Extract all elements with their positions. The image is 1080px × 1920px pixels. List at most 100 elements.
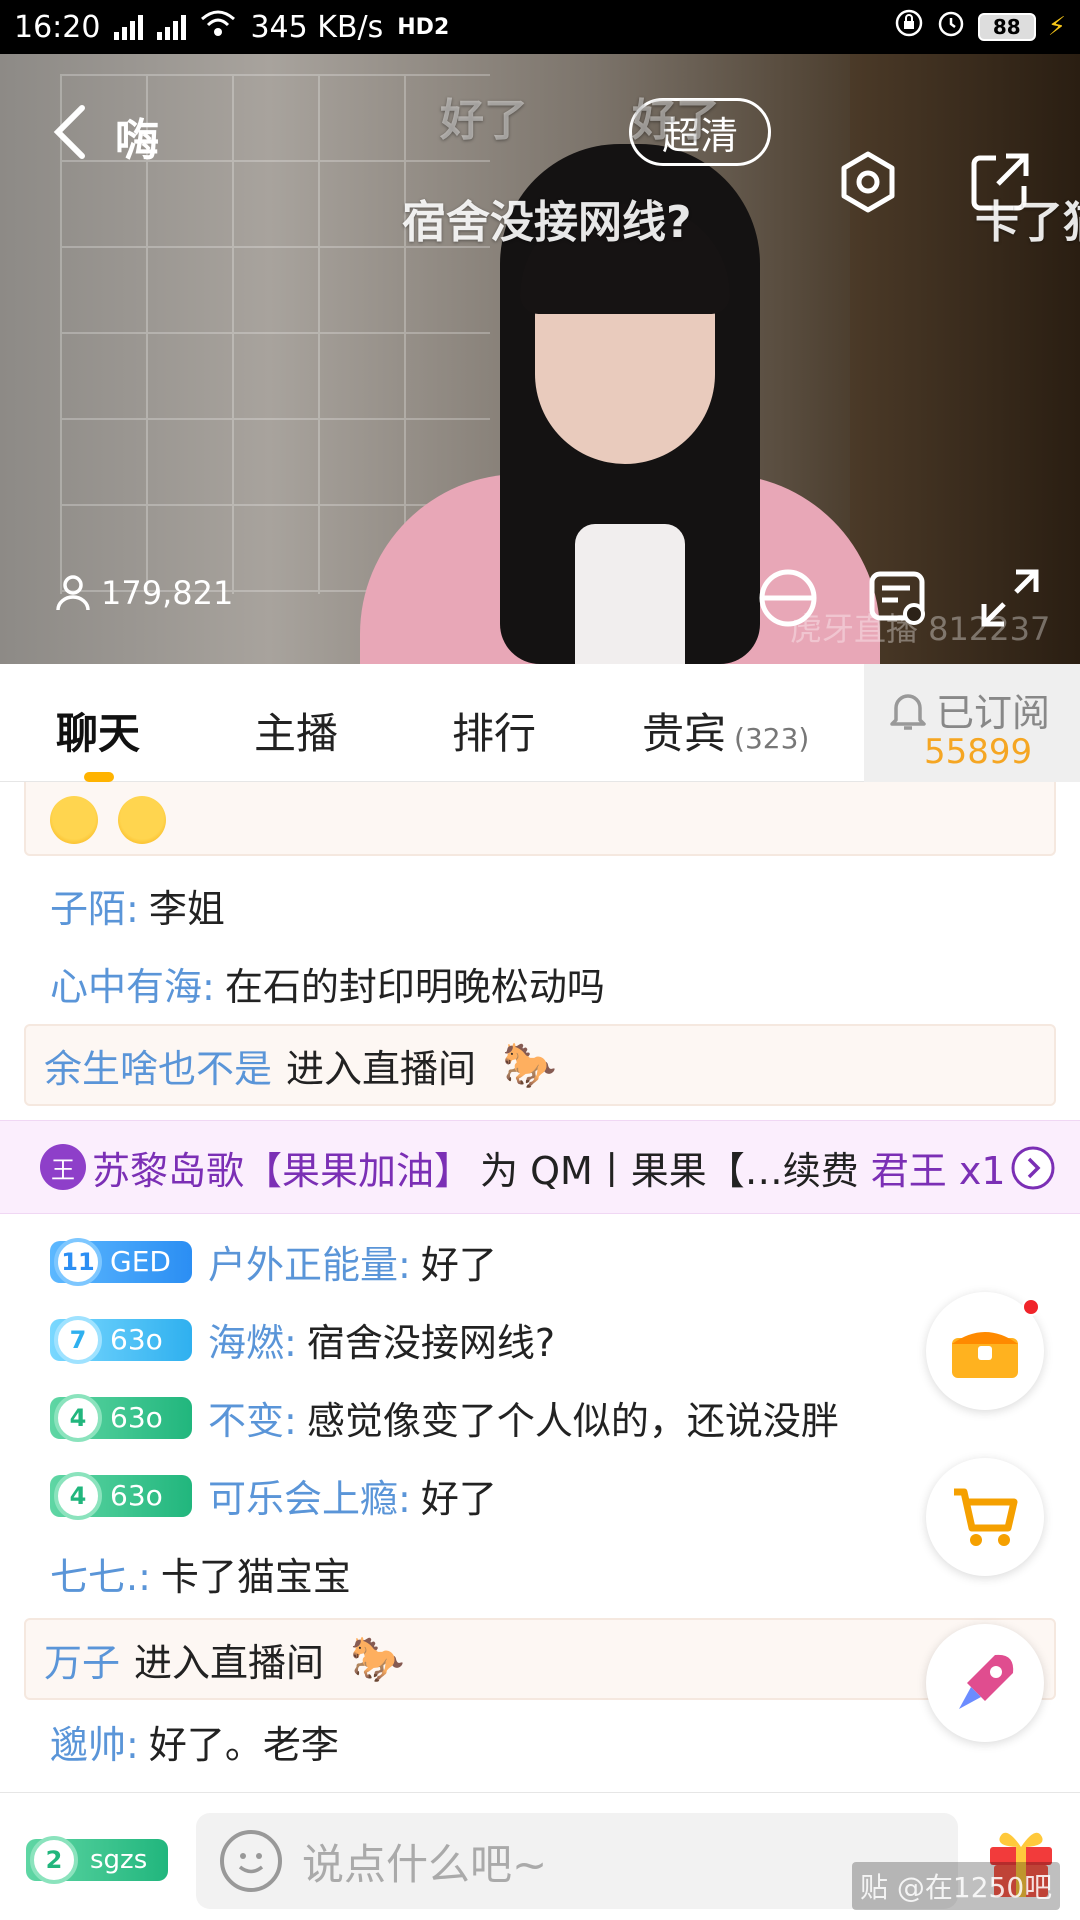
battery-icon: 88 — [977, 13, 1036, 41]
fullscreen-icon[interactable] — [978, 566, 1042, 630]
chat-text: 好了。老李 — [148, 1723, 339, 1767]
tab-streamer[interactable]: 主播 — [254, 700, 338, 761]
gift-name: 君王 x1 — [870, 1148, 1006, 1193]
chat-message: 邈帅: 好了。老李 — [0, 1714, 1080, 1769]
chat-input-placeholder: 说点什么吧~ — [302, 1839, 548, 1889]
my-fan-badge[interactable]: 2 sgzs — [26, 1836, 168, 1884]
chat-username[interactable]: 邈帅: — [50, 1714, 139, 1769]
emoji-message — [24, 782, 1056, 856]
tab-chat[interactable]: 聊天 — [56, 700, 140, 761]
person-icon — [56, 575, 90, 611]
chat-message: 心中有海: 在石的封印明晚松动吗 — [0, 956, 1080, 1011]
streamer-shirt — [575, 524, 685, 664]
chat-input[interactable]: 说点什么吧~ — [196, 1813, 958, 1909]
live-room-screen: 16:20 345 KB/s HD2 88 ⚡ 嗨 超清 好了 好了 宿舍没接网… — [0, 0, 1080, 1920]
video-player[interactable]: 嗨 超清 好了 好了 宿舍没接网线? 卡了猫 179,821 虎牙直播 8122… — [0, 54, 1080, 664]
settings-icon[interactable] — [836, 150, 900, 214]
shop-cart-button[interactable] — [926, 1458, 1044, 1576]
source-watermark: 贴 @在1250吧 — [852, 1862, 1061, 1910]
tab-indicator — [84, 772, 114, 782]
chat-message: 11 GED 户外正能量: 好了 — [0, 1234, 1080, 1289]
bell-icon — [890, 693, 926, 730]
fan-badge: 11 GED — [50, 1237, 192, 1286]
enter-room-notice: 万子 进入直播间 🐎 — [24, 1618, 1056, 1700]
vip-count: (323) — [734, 722, 810, 755]
chat-text: 好了 — [420, 1477, 497, 1521]
chat-message: 子陌: 李姐 — [0, 878, 1080, 933]
lock-rotation-icon — [894, 8, 924, 46]
video-top-bar: 嗨 超清 — [0, 54, 1080, 213]
chat-username[interactable]: 万子 — [44, 1632, 120, 1687]
chat-text: 李姐 — [148, 887, 225, 931]
rocket-button[interactable] — [926, 1624, 1044, 1742]
fan-level: 7 — [54, 1315, 102, 1364]
fan-tag: GED — [110, 1245, 171, 1278]
chat-username[interactable]: 子陌: — [50, 878, 139, 933]
chat-text: 宿舍没接网线? — [306, 1321, 555, 1365]
fan-level: 4 — [54, 1393, 102, 1442]
net-speed: 345 KB/s — [250, 9, 384, 45]
status-bar: 16:20 345 KB/s HD2 88 ⚡ — [0, 0, 1080, 54]
chat-username[interactable]: 不变: — [208, 1390, 297, 1445]
danmu-item: 好了 — [440, 95, 528, 146]
subscribe-button[interactable]: 已订阅 55899 — [864, 664, 1080, 782]
chat-message: 4 63o 不变: 感觉像变了个人似的，还说没胖 — [0, 1390, 1080, 1445]
subscribe-count: 55899 — [924, 732, 1033, 772]
treasure-chest-button[interactable] — [926, 1292, 1044, 1410]
alarm-icon — [936, 8, 966, 46]
signal-icon — [114, 14, 144, 40]
horse-mount-icon: 🐎 — [502, 1040, 557, 1091]
chat-username[interactable]: 户外正能量: — [208, 1234, 411, 1289]
fan-tag: 63o — [110, 1401, 163, 1434]
chat-list[interactable]: 子陌: 李姐 心中有海: 在石的封印明晚松动吗 余生啥也不是 进入直播间 🐎 王… — [0, 782, 1080, 1792]
rocket-icon — [959, 1654, 1014, 1709]
enter-text: 进入直播间 — [286, 1046, 477, 1091]
fan-badge: 7 63o — [50, 1315, 192, 1364]
tab-vip[interactable]: 贵宾 (323) — [642, 700, 809, 761]
tab-vip-label: 贵宾 — [642, 709, 727, 758]
wifi-icon — [200, 9, 236, 45]
fan-badge: 4 63o — [50, 1393, 192, 1442]
my-fan-level: 2 — [30, 1836, 78, 1884]
my-fan-tag: sgzs — [90, 1845, 148, 1875]
fan-level: 11 — [54, 1237, 102, 1286]
chat-message: 七七.: 卡了猫宝宝 — [0, 1546, 1080, 1601]
fan-tag: 63o — [110, 1479, 163, 1512]
fan-badge: 4 63o — [50, 1471, 192, 1520]
chevron-right-icon[interactable] — [1010, 1145, 1056, 1191]
chat-text: 卡了猫宝宝 — [160, 1555, 351, 1599]
chat-text: 感觉像变了个人似的，还说没胖 — [306, 1399, 839, 1443]
chat-username[interactable]: 余生啥也不是 — [44, 1038, 272, 1093]
danmu-off-icon[interactable] — [756, 566, 820, 630]
subscribe-label-row: 已订阅 — [888, 682, 1050, 737]
signal-4g-icon — [157, 14, 187, 40]
room-title: 嗨 — [115, 115, 159, 166]
status-time: 16:20 — [14, 9, 101, 45]
emoji-smile-icon[interactable] — [220, 1830, 282, 1892]
back-arrow-icon[interactable] — [50, 102, 90, 162]
danmu-item: 卡了猫 — [975, 197, 1080, 248]
viewer-count-value: 179,821 — [101, 574, 234, 612]
chat-text: 好了 — [420, 1243, 497, 1287]
gift-sender: 苏黎岛歌【果果加油】 — [92, 1148, 473, 1193]
fan-level: 4 — [54, 1471, 102, 1520]
gift-broadcast-bar[interactable]: 王 苏黎岛歌【果果加油】 为 QM丨果果【…续费 君王 x1 — [0, 1120, 1080, 1214]
tab-ranking[interactable]: 排行 — [452, 700, 536, 761]
subscribe-label: 已订阅 — [936, 691, 1051, 735]
chat-username[interactable]: 可乐会上瘾: — [208, 1468, 411, 1523]
chat-message: 7 63o 海燃: 宿舍没接网线? — [0, 1312, 1080, 1367]
charging-icon: ⚡ — [1047, 12, 1066, 42]
chat-username[interactable]: 七七.: — [50, 1546, 151, 1601]
shopping-cart-icon — [954, 1488, 1018, 1546]
chat-username[interactable]: 海燃: — [208, 1312, 297, 1367]
gift-target: 为 QM丨果果【…续费 — [480, 1148, 859, 1193]
treasure-chest-icon — [952, 1332, 1018, 1378]
viewer-count: 179,821 — [55, 574, 233, 612]
chat-message: 4 63o 可乐会上瘾: 好了 — [0, 1468, 1080, 1523]
chat-username[interactable]: 心中有海: — [50, 956, 215, 1011]
danmu-item: 宿舍没接网线? — [402, 197, 692, 248]
enter-room-notice: 余生啥也不是 进入直播间 🐎 — [24, 1024, 1056, 1106]
danmu-item: 好了 — [632, 95, 720, 146]
danmu-settings-icon[interactable] — [866, 566, 930, 630]
laugh-cry-emoji-icon — [118, 796, 166, 844]
